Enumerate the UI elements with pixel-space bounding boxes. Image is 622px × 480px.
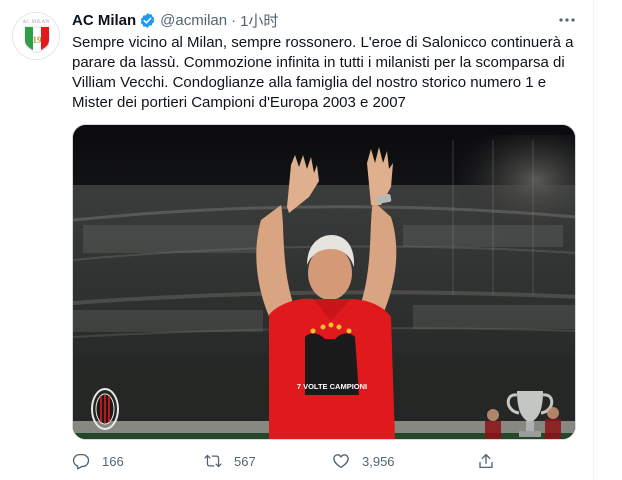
tweet-actions: 166 567 3,956: [72, 452, 512, 474]
retweet-count: 567: [234, 453, 256, 469]
avatar-title: AC MILAN: [22, 20, 50, 25]
author-handle[interactable]: @acmilan: [160, 12, 227, 29]
retweet-icon: [204, 452, 222, 470]
reply-count: 166: [102, 453, 124, 469]
retweet-button[interactable]: 567: [204, 452, 256, 470]
tweet-text-line: Villiam Vecchi. Condoglianze alla famigl…: [72, 74, 547, 91]
tweet-text-line: parare da lassù. Commozione infinita in …: [72, 54, 565, 71]
tweet-card[interactable]: AC MILAN 19 AC Milan @acmilan · 1小时 Semp…: [0, 0, 594, 480]
share-button[interactable]: [477, 452, 495, 470]
shirt-print-text: 7 VOLTE CAMPIONI: [297, 382, 367, 391]
share-icon: [477, 452, 495, 470]
reply-icon: [72, 452, 90, 470]
avatar[interactable]: AC MILAN 19: [12, 12, 60, 60]
reply-button[interactable]: 166: [72, 452, 124, 470]
more-options-icon[interactable]: [557, 11, 577, 29]
tweet-text-line: Mister dei portieri Campioni d'Europa 20…: [72, 94, 406, 111]
verified-badge-icon: [139, 12, 156, 29]
tweet-header: AC Milan @acmilan · 1小时: [72, 10, 278, 30]
separator-dot: ·: [231, 11, 237, 29]
tweet-text: Sempre vicino al Milan, sempre rossonero…: [72, 33, 580, 113]
tweet-timestamp[interactable]: 1小时: [240, 10, 278, 31]
like-icon: [332, 452, 350, 470]
like-button[interactable]: 3,956: [332, 452, 395, 470]
tweet-text-line: Sempre vicino al Milan, sempre rossonero…: [72, 34, 574, 51]
scudetto-shield-icon: 19: [24, 26, 50, 54]
ac-milan-crest-icon: [91, 388, 119, 430]
avatar-number: 19: [33, 35, 43, 45]
stadium-photo: 7 VOLTE CAMPIONI: [73, 125, 575, 439]
like-count: 3,956: [362, 453, 395, 469]
author-name[interactable]: AC Milan: [72, 12, 136, 29]
tweet-photo[interactable]: 7 VOLTE CAMPIONI: [72, 124, 576, 440]
